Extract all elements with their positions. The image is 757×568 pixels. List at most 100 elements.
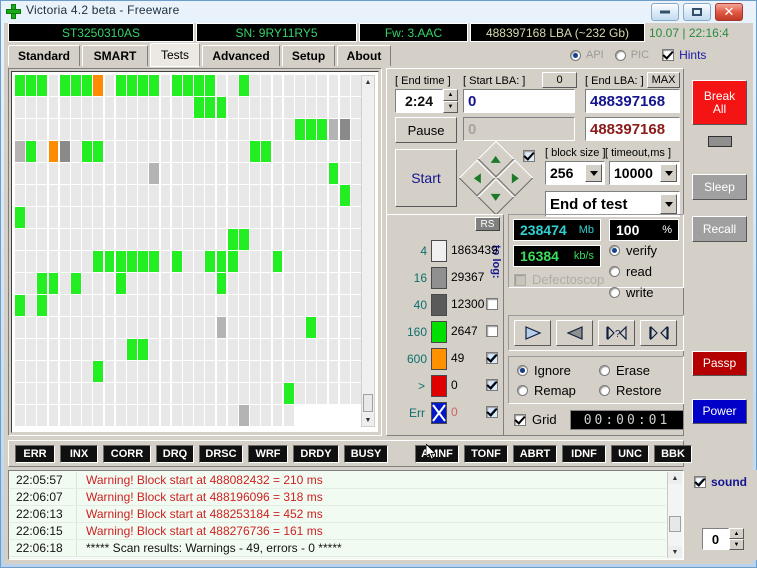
end-lba-field[interactable]: 488397168 xyxy=(585,89,680,113)
drive-serial: SN: 9RY11RY5 xyxy=(196,23,357,42)
tab-smart[interactable]: SMART xyxy=(82,45,148,66)
scroll-up-icon[interactable]: ▲ xyxy=(362,76,374,88)
direction-pad[interactable] xyxy=(458,140,534,216)
volume-spin-up[interactable]: ▲ xyxy=(729,528,744,539)
map-scrollbar[interactable]: ▲ ▼ xyxy=(361,75,375,427)
chevron-down-icon[interactable] xyxy=(660,164,677,182)
scan-random-button[interactable]: ? xyxy=(598,320,635,346)
power-button[interactable]: Power xyxy=(692,399,747,424)
tab-about[interactable]: About xyxy=(337,45,391,66)
tab-advanced[interactable]: Advanced xyxy=(202,45,280,66)
loop-checkbox[interactable] xyxy=(523,150,535,162)
map-cell xyxy=(194,163,204,184)
stat-log-checkbox[interactable] xyxy=(486,379,498,391)
log-scrollbar[interactable]: ▲ ▼ xyxy=(667,472,682,558)
map-cell xyxy=(82,383,92,404)
status-led-drq: DRQ xyxy=(156,445,194,463)
end-lba-max-button[interactable]: MAX xyxy=(647,72,680,88)
volume-field[interactable]: 0 xyxy=(702,528,729,550)
map-cell xyxy=(149,207,160,228)
remap-label: Remap xyxy=(534,383,576,398)
passport-button[interactable]: Passp xyxy=(692,351,747,376)
drive-firmware: Fw: 3.AAC xyxy=(359,23,468,42)
log-scroll-up-icon[interactable]: ▲ xyxy=(668,472,682,484)
end-time-spin-up[interactable]: ▲ xyxy=(443,89,458,101)
log-panel[interactable]: 22:05:57 Warning! Block start at 48808243… xyxy=(8,470,684,560)
status-led-tonf: TONF xyxy=(464,445,508,463)
map-cell xyxy=(216,119,227,140)
map-cell xyxy=(183,361,193,382)
surface-map-canvas[interactable]: ▲ ▼ xyxy=(11,71,379,433)
defectoscop-checkbox[interactable] xyxy=(514,273,526,286)
log-scroll-down-icon[interactable]: ▼ xyxy=(668,546,682,558)
sound-checkbox[interactable] xyxy=(694,476,706,488)
pic-radio[interactable] xyxy=(614,49,626,61)
block-size-combo[interactable]: 256 xyxy=(545,161,605,185)
stat-log-checkbox[interactable] xyxy=(486,325,498,337)
hints-label: Hints xyxy=(679,48,707,62)
close-button[interactable]: ✕ xyxy=(715,3,743,21)
hints-checkbox[interactable] xyxy=(662,49,675,61)
scan-butterfly-button[interactable] xyxy=(640,320,677,346)
map-cell xyxy=(149,383,160,404)
volume-spin-down[interactable]: ▼ xyxy=(729,539,744,550)
tab-setup[interactable]: Setup xyxy=(282,45,335,66)
start-lba-zero-button[interactable]: 0 xyxy=(542,72,577,88)
erase-radio[interactable] xyxy=(599,365,610,376)
map-cell xyxy=(26,361,36,382)
map-cell xyxy=(239,295,249,316)
map-cell-marked xyxy=(339,119,350,140)
chevron-down-icon[interactable] xyxy=(585,164,602,182)
map-cell xyxy=(317,185,328,206)
minimize-button[interactable] xyxy=(651,3,679,21)
map-cell xyxy=(160,75,171,96)
scan-forward-button[interactable] xyxy=(514,320,551,346)
write-radio[interactable] xyxy=(609,287,620,298)
scan-backward-button[interactable] xyxy=(556,320,593,346)
end-time-field[interactable]: 2:24 xyxy=(395,89,443,113)
api-radio[interactable] xyxy=(570,49,581,61)
log-scroll-thumb[interactable] xyxy=(669,516,681,532)
map-cell-marked xyxy=(227,251,238,272)
map-cell xyxy=(227,317,238,338)
map-cell xyxy=(71,207,81,228)
map-cell-marked xyxy=(115,251,126,272)
map-cell-marked xyxy=(239,229,249,250)
verify-radio[interactable] xyxy=(609,245,620,256)
map-cell xyxy=(339,273,350,294)
surface-map-grid[interactable] xyxy=(15,75,362,427)
sleep-button[interactable]: Sleep xyxy=(692,174,747,200)
maximize-button[interactable] xyxy=(683,3,711,21)
timeout-combo[interactable]: 10000 xyxy=(609,161,680,185)
tab-standard[interactable]: Standard xyxy=(8,45,80,66)
map-cell xyxy=(15,273,25,294)
stat-log-checkbox[interactable] xyxy=(486,298,498,310)
chevron-down-icon[interactable] xyxy=(660,194,677,214)
remap-radio[interactable] xyxy=(517,385,528,396)
tab-tests[interactable]: Tests xyxy=(150,43,200,67)
map-cell xyxy=(149,229,160,250)
map-cell xyxy=(82,207,92,228)
scroll-down-icon[interactable]: ▼ xyxy=(362,414,374,426)
rs-button[interactable]: RS xyxy=(475,217,500,231)
grid-toggle[interactable]: Grid xyxy=(514,412,557,427)
grid-checkbox[interactable] xyxy=(514,413,526,426)
map-cell xyxy=(216,75,227,96)
scroll-thumb[interactable] xyxy=(363,394,373,412)
end-time-spin-down[interactable]: ▼ xyxy=(443,101,458,113)
ignore-radio[interactable] xyxy=(517,365,528,376)
break-all-button[interactable]: Break All xyxy=(692,80,747,125)
map-cell xyxy=(127,97,137,118)
restore-radio[interactable] xyxy=(599,385,610,396)
start-button[interactable]: Start xyxy=(395,149,457,207)
map-cell xyxy=(160,405,171,426)
start-lba-field[interactable]: 0 xyxy=(463,89,575,113)
stat-log-checkbox[interactable] xyxy=(486,352,498,364)
pause-button[interactable]: Pause xyxy=(395,117,457,143)
map-cell xyxy=(239,273,249,294)
stat-log-checkbox[interactable] xyxy=(486,406,498,418)
map-cell xyxy=(149,185,160,206)
recall-button[interactable]: Recall xyxy=(692,216,747,242)
map-cell xyxy=(115,295,126,316)
read-radio[interactable] xyxy=(609,266,620,277)
